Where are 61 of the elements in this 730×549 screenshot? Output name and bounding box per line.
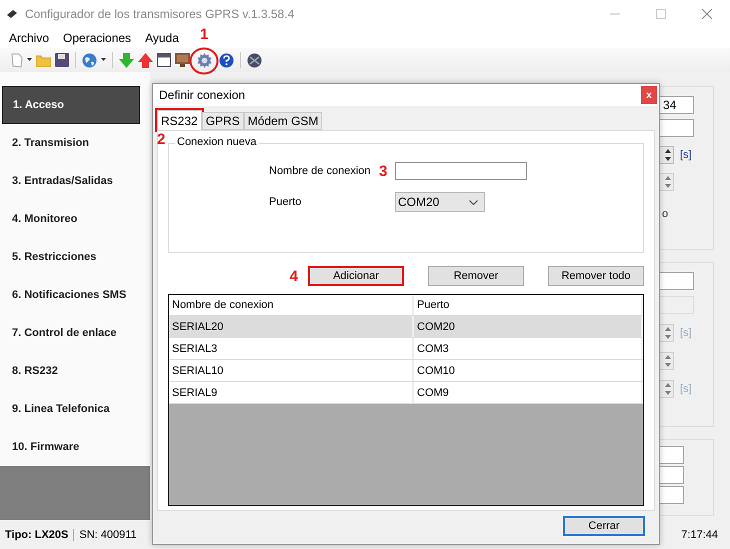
name-input-field[interactable] [395, 162, 527, 180]
sidebar-item[interactable]: 4. Monitoreo [0, 200, 150, 238]
sidebar-item[interactable]: 3. Entradas/Salidas [0, 162, 150, 200]
label-fragment: o [661, 208, 670, 220]
close-dialog-button[interactable]: Cerrar [563, 516, 645, 536]
unit-label: [s] [680, 149, 692, 161]
sidebar-item[interactable]: 9. Linea Telefonica [0, 390, 150, 428]
spinner-arrows-icon[interactable] [663, 147, 673, 163]
callout-number: 4 [290, 268, 298, 284]
action-button[interactable]: Remover todo [548, 266, 644, 286]
menu-item[interactable]: Operaciones [63, 31, 132, 45]
settings-icon[interactable] [197, 52, 212, 68]
device-type: Tipo: LX20S [4, 528, 70, 540]
callout-number: 1 [200, 26, 208, 42]
unit-label: [s] [680, 327, 692, 339]
callout-number: 3 [379, 162, 388, 180]
table-cell: COM9 [414, 382, 643, 403]
close-button[interactable]: x [641, 86, 657, 104]
field-label: Nombre de conexion [269, 165, 372, 177]
caret-icon[interactable] [27, 58, 32, 62]
callout-number: 2 [157, 131, 166, 148]
field-label: Puerto [269, 196, 302, 208]
sidebar-item[interactable]: 1. Acceso [2, 86, 140, 124]
save-icon[interactable] [55, 53, 69, 67]
caret-icon[interactable] [101, 58, 106, 62]
action-button[interactable]: Adicionar [308, 266, 404, 286]
tab[interactable]: GPRS [202, 112, 244, 130]
app-logo-icon [6, 9, 18, 19]
unit-label: [s] [680, 383, 692, 395]
sphere-icon[interactable] [247, 52, 262, 68]
globe-icon[interactable] [82, 52, 97, 68]
table-cell: SERIAL9 [169, 382, 414, 403]
sidebar-item[interactable]: 8. RS232 [0, 352, 150, 390]
up-arrow-icon[interactable] [138, 52, 153, 68]
sidebar-item[interactable]: 2. Transmision [0, 124, 150, 162]
menu-item[interactable]: Ayuda [145, 31, 179, 45]
tab[interactable]: Módem GSM [244, 112, 322, 130]
group-title: Conexion nueva [175, 136, 259, 148]
table-row[interactable]: SERIAL20 COM20 [169, 316, 643, 338]
highlight-circle [189, 46, 219, 74]
down-arrow-icon[interactable] [119, 52, 134, 68]
table-row[interactable]: SERIAL10 COM10 [169, 360, 643, 382]
calendar-icon[interactable] [157, 53, 171, 67]
window-title: Configurador de los transmisores GPRS v.1.3.58.4 [25, 7, 294, 21]
sidebar-item[interactable]: 6. Notificaciones SMS [0, 276, 150, 314]
close-icon[interactable] [702, 9, 712, 19]
table-row[interactable]: SERIAL3 COM3 [169, 338, 643, 360]
chevron-icon [469, 200, 478, 204]
monitor-icon[interactable] [175, 53, 190, 67]
table-row[interactable]: SERIAL9 COM9 [169, 382, 643, 404]
port-dropdown[interactable]: COM20 [395, 192, 485, 212]
dialog-title: Definir conexion [159, 88, 246, 102]
sidebar-item[interactable]: 5. Restricciones [0, 238, 150, 276]
sidebar-item[interactable]: 7. Control de enlace [0, 314, 150, 352]
clock-time: 7:17:44 [680, 528, 719, 540]
tab[interactable]: RS232 [157, 110, 202, 130]
menu-item[interactable]: Archivo [9, 31, 50, 45]
help-icon[interactable] [219, 52, 234, 68]
serial-number: SN: 400911 [73, 528, 142, 540]
action-button[interactable]: Remover [428, 266, 524, 286]
sidebar-item[interactable]: 10. Firmware [0, 428, 150, 466]
